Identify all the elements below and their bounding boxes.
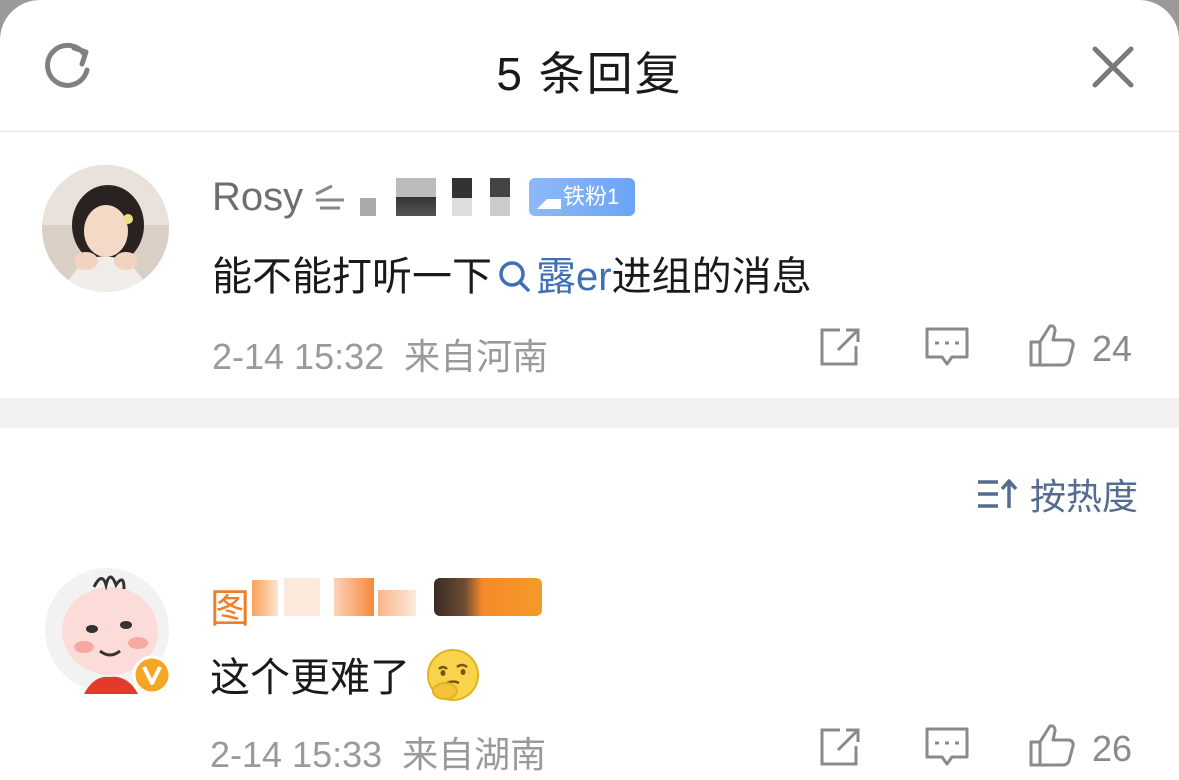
blur-block [334,578,374,616]
badge-label: 铁粉1 [563,184,620,209]
topic-link[interactable]: 露er [492,255,612,299]
blur-block [378,590,416,616]
share-icon[interactable] [818,726,864,768]
username-text[interactable]: Rosy [212,175,303,219]
comment-meta: 2-14 15:32 来自河南 [212,328,548,380]
avatar[interactable] [44,567,172,695]
reply-sheet: 5 条回复 Rosy 铁粉1 能不能打听一下 露er进组的消息 2-14 15:… [0,0,1179,780]
comment-time: 2-14 15:32 [212,336,385,377]
sort-icon [978,479,1018,508]
page-title: 5 条回复 [496,48,683,100]
comment-icon[interactable] [924,326,970,368]
fan-badge[interactable] [434,578,542,616]
fan-badge[interactable]: 铁粉1 [529,178,635,216]
blur-block [490,178,510,216]
share-icon[interactable] [818,326,864,368]
blur-block [360,198,376,216]
username-text[interactable]: 图 [210,587,250,631]
like-count: 26 [1092,728,1133,769]
username[interactable]: 图 [210,576,250,634]
section-divider [0,398,1179,428]
like-icon[interactable] [1028,722,1076,768]
blur-block [452,198,472,216]
comment-text-body: 这个更难了 [210,656,410,700]
comment-location: 来自湖南 [402,734,547,775]
blur-block [252,580,278,616]
comment-meta: 2-14 15:33 来自湖南 [210,726,546,778]
sort-label[interactable]: 按热度 [1030,468,1138,520]
like-icon[interactable] [1028,322,1076,368]
blurred-emoji [312,180,348,216]
sheet-header: 5 条回复 [0,0,1179,132]
comment-time: 2-14 15:33 [210,734,383,775]
blur-block [396,178,436,216]
like-count: 24 [1092,328,1133,369]
blur-block [284,578,320,616]
blur-block [452,178,472,198]
username[interactable]: Rosy [212,175,303,220]
search-icon [499,261,530,292]
sort-toggle[interactable]: 按热度 [976,472,1138,517]
comment-text: 这个更难了 [210,645,481,703]
comment-text-suffix: 进组的消息 [611,255,812,299]
close-icon[interactable] [1088,42,1138,92]
thinking-emoji-icon [427,649,480,701]
avatar[interactable] [42,165,169,292]
comment-icon[interactable] [924,726,970,768]
comment-location: 来自河南 [404,336,549,377]
topic-text[interactable]: 露er [536,255,612,299]
comment-text-prefix: 能不能打听一下 [212,255,492,299]
badge-icon [537,187,561,210]
comment-text: 能不能打听一下 露er进组的消息 [212,244,812,302]
